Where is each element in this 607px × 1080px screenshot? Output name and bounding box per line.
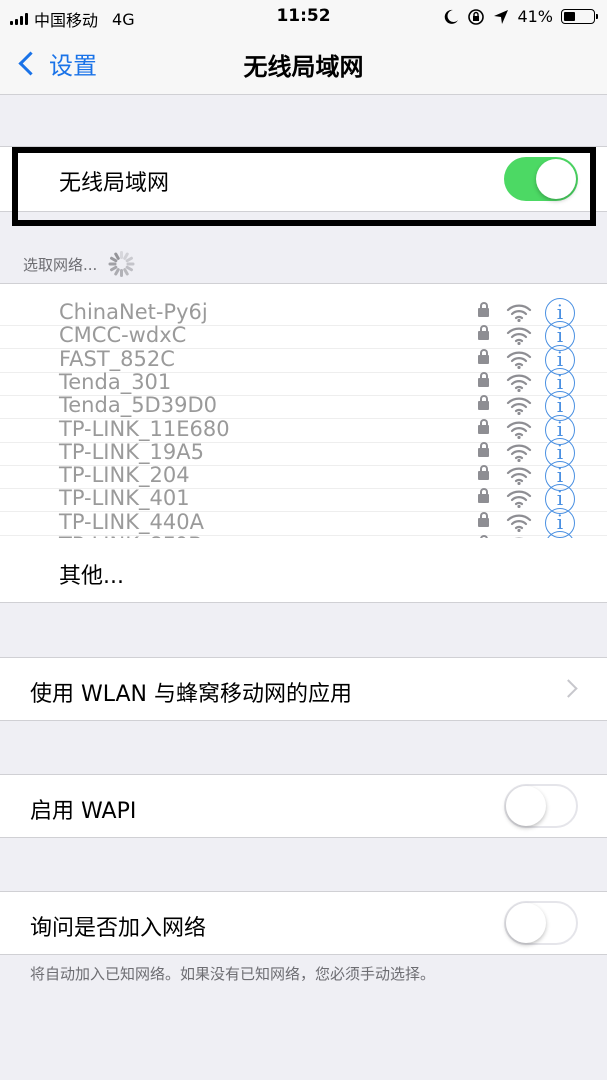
rotation-lock-icon <box>468 8 485 25</box>
wifi-signal-icon <box>506 490 532 509</box>
wifi-signal-icon <box>506 351 532 369</box>
highlight-box <box>12 147 596 226</box>
lock-icon <box>478 511 489 527</box>
other-network-label: 其他... <box>59 564 124 589</box>
loading-spinner-icon <box>107 250 135 278</box>
ask-join-label: 询问是否加入网络 <box>30 916 207 941</box>
ask-join-toggle-switch[interactable] <box>504 901 578 945</box>
lock-icon <box>478 418 489 434</box>
wifi-signal-icon <box>506 374 532 392</box>
location-icon <box>494 9 509 24</box>
lock-icon <box>478 465 489 481</box>
wifi-signal-icon <box>506 514 532 532</box>
wifi-signal-icon <box>506 397 532 416</box>
wapi-label: 启用 WAPI <box>30 799 137 824</box>
wlan-apps-label: 使用 WLAN 与蜂窝移动网的应用 <box>30 682 353 707</box>
wifi-signal-icon <box>506 304 532 323</box>
network-name: TP-LINK_401 <box>59 486 190 511</box>
network-name: FAST_852C <box>59 346 175 371</box>
navigation-bar: 设置 无线局域网 <box>0 34 607 95</box>
choose-network-header: 选取网络... <box>23 250 135 278</box>
wifi-signal-icon <box>506 327 532 346</box>
wifi-signal-icon <box>506 444 532 462</box>
lock-icon <box>478 488 489 504</box>
network-name: TP-LINK_11E680 <box>59 416 230 441</box>
other-network-row[interactable]: 其他... <box>0 538 607 603</box>
lock-icon <box>478 395 489 411</box>
status-bar: 中国移动 4G 11:52 41% <box>0 0 607 34</box>
toggle-knob <box>506 786 546 826</box>
wifi-signal-icon <box>506 467 532 486</box>
battery-icon <box>561 9 598 24</box>
lock-icon <box>478 371 489 387</box>
network-name: TP-LINK_19A5 <box>59 439 204 464</box>
network-name: Tenda_5D39D0 <box>59 393 217 418</box>
wapi-toggle-switch[interactable] <box>504 784 578 828</box>
network-list: ChinaNet-Py6j i CMCC-wdxC i FAST_852C i Tenda_… <box>0 283 607 539</box>
chevron-right-icon <box>559 679 578 698</box>
moon-icon <box>445 9 459 24</box>
ask-join-row: 询问是否加入网络 <box>0 891 607 955</box>
wifi-signal-icon <box>506 421 532 439</box>
toggle-knob <box>506 903 546 943</box>
wapi-row: 启用 WAPI <box>0 774 607 838</box>
lock-icon <box>478 441 489 457</box>
page-title: 无线局域网 <box>243 53 364 81</box>
wlan-apps-row[interactable]: 使用 WLAN 与蜂窝移动网的应用 <box>0 657 607 721</box>
status-right: 41% <box>443 7 598 26</box>
network-name: CMCC-wdxC <box>59 323 187 348</box>
lock-icon <box>478 302 489 317</box>
network-name: TP-LINK_204 <box>59 463 190 488</box>
lock-icon <box>478 348 489 364</box>
ask-join-footnote: 将自动加入已知网络。如果没有已知网络，您必须手动选择。 <box>30 965 436 983</box>
choose-network-label: 选取网络... <box>23 255 98 274</box>
network-name: TP-LINK_440A <box>59 509 204 534</box>
network-name: Tenda_301 <box>59 369 172 394</box>
lock-icon <box>478 325 489 341</box>
network-name: ChinaNet-Py6j <box>59 300 208 324</box>
battery-percent: 41% <box>517 7 553 26</box>
